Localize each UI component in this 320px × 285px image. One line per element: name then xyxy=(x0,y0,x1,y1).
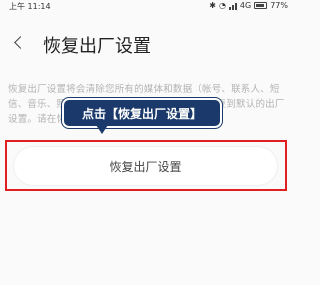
network-type: 4G xyxy=(239,1,252,10)
page-title: 恢复出厂设置 xyxy=(43,36,151,57)
instruction-callout: 点击【恢复出厂设置】 xyxy=(62,98,222,128)
battery-percent: 77% xyxy=(270,1,288,10)
factory-reset-button[interactable]: 恢复出厂设置 xyxy=(14,147,277,185)
status-time: 上午 11:14 xyxy=(9,2,51,11)
battery-icon xyxy=(254,2,268,9)
app-header: 恢复出厂设置 xyxy=(0,26,294,66)
chevron-left-icon[interactable] xyxy=(12,34,28,52)
status-bar: 上午 11:14 ✱ ◔ 4G 77% xyxy=(0,0,294,14)
callout-pointer xyxy=(96,125,108,134)
signal-icon xyxy=(228,2,237,10)
bluetooth-icon: ✱ xyxy=(209,1,216,10)
wifi-icon: ◔ xyxy=(218,1,226,10)
status-icons: ✱ ◔ 4G 77% xyxy=(209,1,288,10)
